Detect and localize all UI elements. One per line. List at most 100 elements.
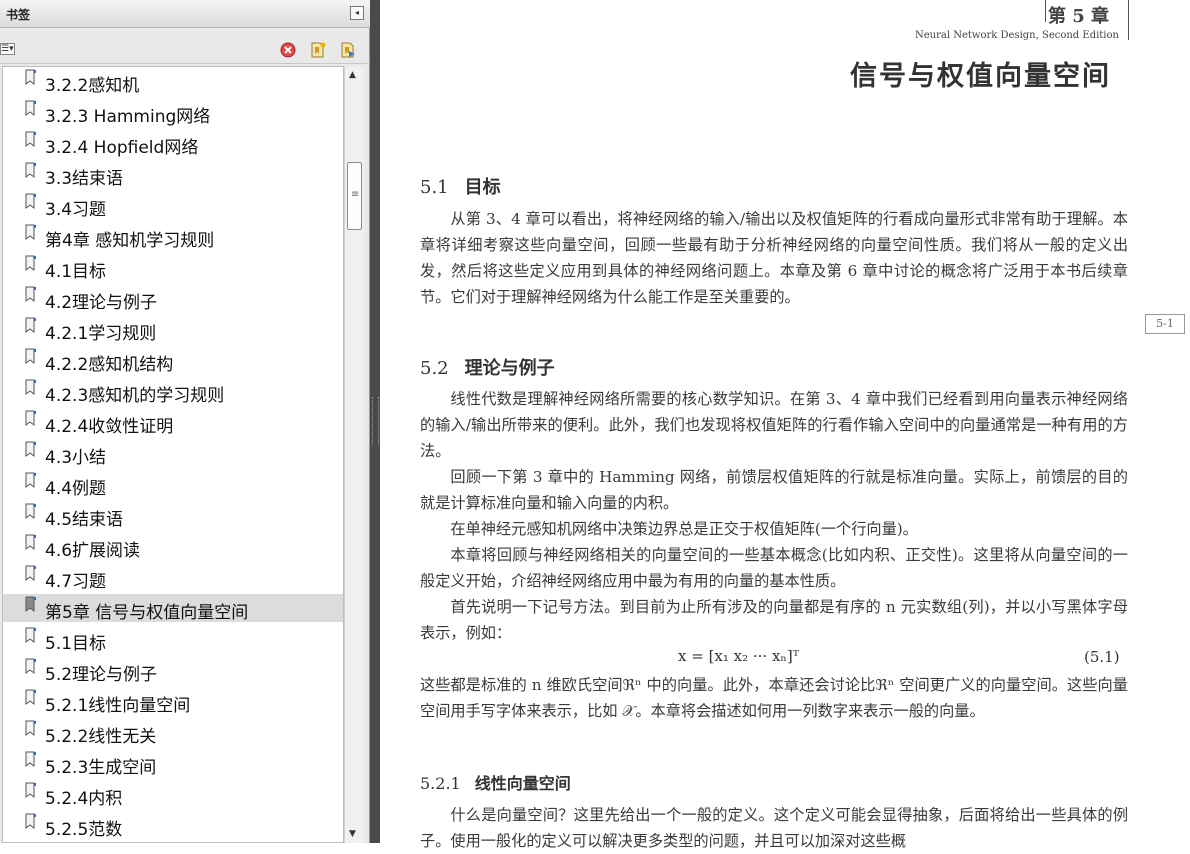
bookmark-label: 3.2.2感知机 [45,76,140,96]
scroll-down-icon[interactable]: ▼ [349,829,356,839]
chapter-rule [1128,0,1129,40]
paragraph: 这些都是标准的 n 维欧氏空间ℜⁿ 中的向量。此外，本章还会讨论比ℜⁿ 空间更广… [420,676,1128,720]
section-number: 5.2 [420,358,449,379]
bookmark-icon [25,441,37,457]
collapse-panel-button[interactable]: ◂ [350,6,364,20]
bookmark-icon [25,503,37,519]
expand-bookmark-icon[interactable] [339,41,357,59]
section-number: 5.1 [420,177,449,198]
bookmark-icon [25,286,37,302]
bookmark-scrollbar[interactable]: ▲ ≡ ▼ [344,66,364,843]
bookmark-item[interactable]: 4.2.2感知机结构 [3,346,343,375]
bookmark-icon [25,410,37,426]
bookmark-item[interactable]: 4.2.4收敛性证明 [3,408,343,437]
bookmark-item[interactable]: 4.4例题 [3,470,343,499]
equation-number: (5.1) [1084,648,1120,666]
bookmark-icon [25,813,37,829]
bookmark-label: 3.2.4 Hopfield网络 [45,138,199,158]
paragraph: 从第 3、4 章可以看出，将神经网络的输入/输出以及权值矩阵的行看成向量形式非常… [420,210,1128,306]
section-heading: 5.2 理论与例子 [420,354,555,380]
bookmark-label: 4.4例题 [45,479,107,499]
bookmark-item[interactable]: 4.3小结 [3,439,343,468]
bookmark-item[interactable]: 第4章 感知机学习规则 [3,222,343,251]
bookmark-label: 3.2.3 Hamming网络 [45,107,211,127]
bookmark-label: 4.7习题 [45,572,107,592]
bookmark-label: 4.3小结 [45,448,107,468]
scroll-thumb[interactable]: ≡ [347,162,362,230]
bookmark-item[interactable]: 5.2.5范数 [3,811,343,840]
new-bookmark-icon[interactable] [309,41,327,59]
bookmark-label: 5.2.5范数 [45,820,123,840]
subsection-title: 线性向量空间 [474,774,571,793]
section-title: 理论与例子 [464,358,555,379]
bookmark-item[interactable]: 3.2.2感知机 [3,67,343,96]
bookmark-label: 5.1目标 [45,634,107,654]
bookmark-label: 4.5结束语 [45,510,124,530]
bookmark-label: 4.2.3感知机的学习规则 [45,386,225,406]
subsection-heading: 5.2.1 线性向量空间 [420,770,571,794]
bookmark-item[interactable]: 5.2.2线性无关 [3,718,343,747]
bookmark-item[interactable]: 3.2.4 Hopfield网络 [3,129,343,158]
paragraph: 本章将回顾与神经网络相关的向量空间的一些基本概念(比如内积、正交性)。这里将从向… [420,546,1128,590]
section-title: 目标 [464,177,501,198]
bookmark-item[interactable]: 3.3结束语 [3,160,343,189]
bookmark-icon [25,317,37,333]
bookmark-item[interactable]: 4.2.3感知机的学习规则 [3,377,343,406]
bookmark-icon [25,193,37,209]
chapter-label: 第 5 章 [1048,6,1110,27]
bookmark-icon [25,627,37,643]
bookmark-label: 5.2.4内积 [45,789,123,809]
bookmark-label: 5.2.3生成空间 [45,758,157,778]
scroll-up-icon[interactable]: ▲ [349,70,356,80]
bookmark-icon [25,658,37,674]
bookmark-icon [25,131,37,147]
bookmark-label: 4.6扩展阅读 [45,541,141,561]
options-menu-button[interactable]: ☰▾ [0,43,15,55]
bookmark-tree[interactable]: 3.2.2感知机 3.2.3 Hamming网络 3.2.4 Hopfield网络 3… [2,66,344,843]
running-head: Neural Network Design, Second Edition [915,30,1119,41]
bookmark-icon [25,69,37,85]
bookmark-item[interactable]: 第5章 信号与权值向量空间 [3,594,343,623]
bookmark-item[interactable]: 4.7习题 [3,563,343,592]
bookmark-label: 5.2理论与例子 [45,665,158,685]
panel-header: 书签 ◂ [0,0,370,28]
paragraph: 在单神经元感知机网络中决策边界总是正交于权值矩阵(一个行向量)。 [450,520,918,538]
subsection-number: 5.2.1 [420,774,461,793]
panel-splitter[interactable] [370,0,380,843]
bookmark-item[interactable]: 5.2.1线性向量空间 [3,687,343,716]
bookmark-icon [25,720,37,736]
bookmark-item[interactable]: 3.4习题 [3,191,343,220]
bookmark-icon [25,348,37,364]
section-heading: 5.1 目标 [420,173,501,199]
bookmark-item[interactable]: 5.1目标 [3,625,343,654]
bookmark-label: 4.1目标 [45,262,107,282]
paragraph: 线性代数是理解神经网络所需要的核心数学知识。在第 3、4 章中我们已经看到用向量… [420,390,1128,460]
bookmark-item[interactable]: 5.2.3生成空间 [3,749,343,778]
bookmark-item[interactable]: 3.2.3 Hamming网络 [3,98,343,127]
bookmark-item[interactable]: 4.2理论与例子 [3,284,343,313]
equation: x = [x₁ x₂ ··· xₙ]ᵀ [678,647,800,665]
splitter-grip-icon [372,397,379,445]
bookmark-icon [25,689,37,705]
paragraph: 什么是向量空间？这里先给出一个一般的定义。这个定义可能会显得抽象，后面将给出一些… [420,806,1128,850]
bookmark-item[interactable]: 5.2理论与例子 [3,656,343,685]
bookmark-icon [25,162,37,178]
paragraph: 首先说明一下记号方法。到目前为止所有涉及的向量都是有序的 n 元实数组(列)，并… [420,598,1128,642]
bookmark-label: 3.4习题 [45,200,107,220]
bookmark-item[interactable]: 4.5结束语 [3,501,343,530]
bookmark-label: 第4章 感知机学习规则 [45,231,215,251]
bookmark-icon [25,472,37,488]
bookmark-item[interactable]: 4.6扩展阅读 [3,532,343,561]
bookmark-icon [25,751,37,767]
panel-title: 书签 [6,8,31,22]
bookmark-icon [25,379,37,395]
bookmark-item[interactable]: 5.2.4内积 [3,780,343,809]
bookmark-label: 5.2.2线性无关 [45,727,157,747]
bookmark-item[interactable]: 4.2.1学习规则 [3,315,343,344]
bookmark-icon [25,596,37,612]
delete-bookmark-icon[interactable] [279,41,297,59]
document-page[interactable]: 第 5 章 Neural Network Design, Second Edit… [380,0,1190,850]
bookmark-item[interactable]: 4.1目标 [3,253,343,282]
bookmark-label: 3.3结束语 [45,169,124,189]
bookmark-icon [25,782,37,798]
